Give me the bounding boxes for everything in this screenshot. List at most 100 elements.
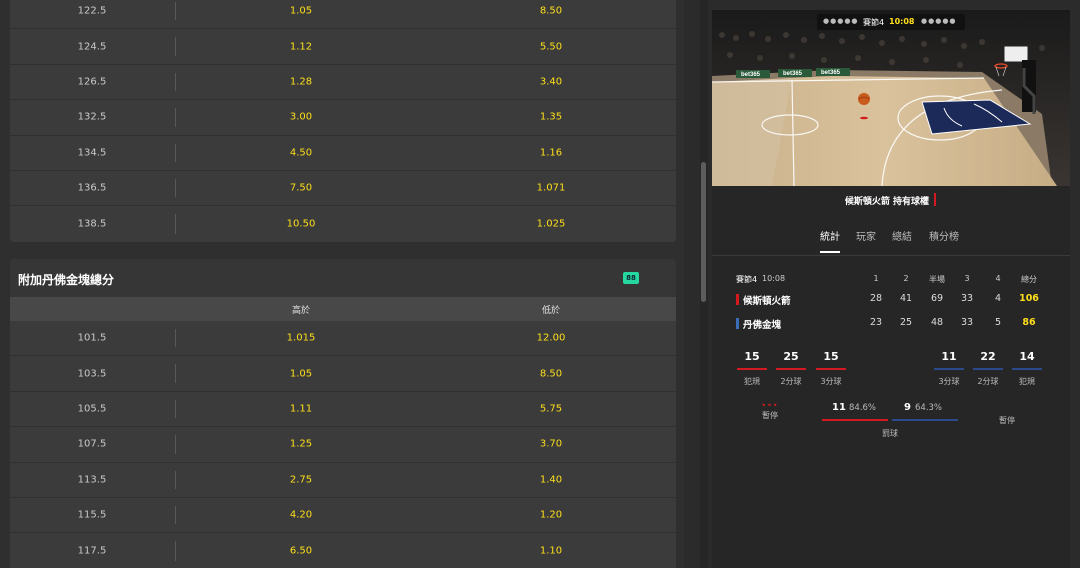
home-stat-2pt: 25 2分球	[776, 350, 806, 387]
ad-board-1: bet365	[741, 72, 761, 78]
court-visualization: bet365 bet365 bet365 ●●●●● 賽節4 10:08 ●●●…	[712, 10, 1070, 215]
row-divider	[175, 505, 176, 525]
under-odds-button[interactable]: 1.071	[537, 183, 566, 194]
under-odds-button[interactable]: 5.75	[540, 403, 562, 414]
away-stat-2pt: 22 2分球	[973, 350, 1003, 387]
team-row-home: 候斯頓火箭 28 41 69 33 4 106	[712, 292, 1070, 308]
odds-row: 122.5 1.05 8.50	[10, 0, 676, 30]
away-q2: 25	[899, 317, 913, 328]
home-3pt-underline	[816, 368, 846, 370]
away-team-name: 丹佛金塊	[743, 320, 782, 331]
line-value: 101.5	[77, 332, 107, 344]
over-odds-button[interactable]: 4.50	[290, 147, 312, 158]
odds-row: 117.5 6.50 1.10	[10, 533, 676, 568]
under-odds-button[interactable]: 1.35	[540, 112, 562, 123]
row-divider	[175, 108, 176, 127]
away-fouls-value: 14	[1019, 350, 1035, 363]
line-value: 117.5	[77, 545, 107, 557]
away-fouls-underline	[1012, 368, 1042, 370]
market-card-denver-totals: 附加丹佛金塊總分 88 高於 低於 101.5 1.015 12.00 103.5 1.…	[10, 259, 676, 568]
away-timeouts: 暫停	[987, 415, 1027, 426]
row-divider	[175, 399, 176, 419]
row-divider	[175, 364, 176, 383]
odds-row: 134.5 4.50 1.16	[10, 136, 676, 171]
scrollbar-thumb[interactable]	[701, 162, 706, 302]
over-odds-button[interactable]: 3.00	[290, 112, 312, 123]
over-odds-button[interactable]: 10.50	[287, 219, 316, 230]
under-odds-button[interactable]: 1.10	[540, 546, 562, 557]
tab-summary[interactable]: 總結	[892, 228, 912, 243]
home-q2: 41	[899, 293, 913, 304]
under-odds-button[interactable]: 1.20	[540, 510, 562, 521]
header-total: 總分	[1021, 275, 1037, 284]
under-odds-button[interactable]: 8.50	[540, 368, 562, 379]
under-odds-button[interactable]: 8.50	[540, 6, 562, 17]
header-q4: 4	[995, 274, 1001, 283]
under-odds-button[interactable]: 1.40	[540, 474, 562, 485]
over-odds-button[interactable]: 1.05	[290, 6, 312, 17]
away-2pt-label: 2分球	[977, 377, 999, 386]
home-q4: 4	[994, 293, 1002, 304]
ad-board-2: bet365	[783, 71, 803, 77]
home-ft-bar	[822, 419, 888, 421]
header-q3: 3	[964, 274, 970, 283]
away-3pt-label: 3分球	[938, 377, 960, 386]
line-value: 132.5	[77, 111, 107, 123]
court-illustration: bet365 bet365 bet365	[712, 10, 1070, 186]
over-odds-button[interactable]: 4.20	[290, 510, 312, 521]
home-3pt-value: 15	[823, 350, 839, 363]
away-q1: 23	[869, 317, 883, 328]
row-divider	[175, 435, 176, 454]
row-divider	[175, 2, 176, 21]
market-header[interactable]: 附加丹佛金塊總分 88	[10, 259, 676, 297]
home-2pt-underline	[776, 368, 806, 370]
away-ft-value: 9	[904, 402, 911, 413]
odds-row: 136.5 7.50 1.071	[10, 171, 676, 207]
home-ft-value: 11	[832, 402, 846, 413]
under-odds-button[interactable]: 5.50	[540, 41, 562, 52]
row-divider	[175, 329, 176, 348]
row-divider	[175, 178, 176, 198]
possession-marker	[934, 193, 936, 206]
home-fouls-value: 15	[744, 350, 760, 363]
over-odds-button[interactable]: 7.50	[290, 183, 312, 194]
stats-period: 賽節4	[736, 275, 758, 284]
under-odds-button[interactable]: 3.40	[540, 76, 562, 87]
under-odds-button[interactable]: 12.00	[537, 333, 566, 344]
away-q3: 33	[960, 317, 974, 328]
over-odds-button[interactable]: 1.11	[290, 403, 312, 414]
away-3pt-underline	[934, 368, 964, 370]
under-odds-button[interactable]: 1.16	[540, 147, 562, 158]
away-total: 86	[1022, 317, 1036, 328]
row-divider	[175, 143, 176, 162]
over-odds-button[interactable]: 1.05	[290, 368, 312, 379]
home-timeout-dots: •••	[761, 401, 779, 410]
away-color-bar	[736, 318, 739, 329]
over-odds-button[interactable]: 1.015	[287, 333, 316, 344]
home-total: 106	[1019, 293, 1039, 304]
tab-standings[interactable]: 積分榜	[929, 228, 959, 243]
scoreboard-pill: ●●●●● 賽節4 10:08 ●●●●●	[817, 14, 965, 30]
over-odds-button[interactable]: 2.75	[290, 474, 312, 485]
over-odds-button[interactable]: 6.50	[290, 546, 312, 557]
tab-players[interactable]: 玩家	[856, 228, 876, 243]
away-ft-pct: 64.3%	[915, 403, 943, 413]
market-badge: 88	[623, 272, 639, 284]
away-half: 48	[930, 317, 944, 328]
home-2pt-label: 2分球	[780, 377, 802, 386]
over-odds-button[interactable]: 1.28	[290, 76, 312, 87]
under-odds-button[interactable]: 1.025	[537, 219, 566, 230]
row-divider	[175, 72, 176, 92]
home-half: 69	[930, 293, 944, 304]
tab-stats[interactable]: 統計	[820, 228, 840, 253]
free-throws: 11 84.6% 9 64.3% 罰球	[822, 402, 958, 442]
line-value: 103.5	[77, 368, 107, 380]
under-odds-button[interactable]: 3.70	[540, 439, 562, 450]
over-odds-button[interactable]: 1.25	[290, 439, 312, 450]
odds-row: 124.5 1.12 5.50	[10, 29, 676, 65]
over-odds-button[interactable]: 1.12	[290, 41, 312, 52]
possession-bar: 候斯頓火箭 持有球權	[712, 186, 1070, 215]
away-2pt-underline	[973, 368, 1003, 370]
market-card-totals: 122.5 1.05 8.50 124.5 1.12 5.50 126.5 1.28 3.40 1…	[10, 0, 676, 242]
scoreboard-clock: 10:08	[889, 17, 915, 26]
